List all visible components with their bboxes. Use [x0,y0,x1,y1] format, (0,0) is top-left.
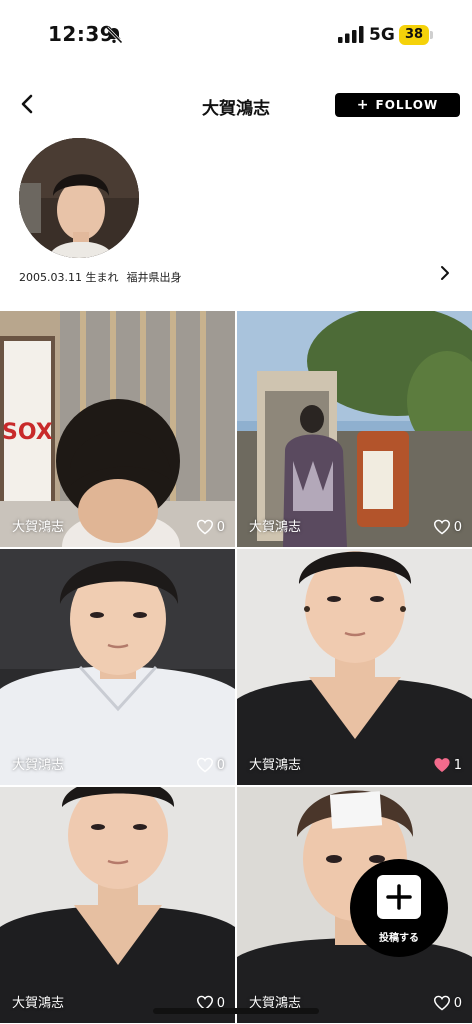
like-count[interactable]: 1 [433,757,462,773]
follow-label: FOLLOW [375,98,439,112]
chevron-right-icon[interactable] [436,264,454,282]
like-number: 0 [453,995,462,1011]
profile-birth: 2005.03.11 生まれ [19,271,119,284]
post-author: 大賀鴻志 [12,758,65,773]
like-count[interactable]: 0 [196,519,225,535]
like-count[interactable]: 0 [196,757,225,773]
profile-info: 2005.03.11 生まれ 福井県出身 [19,269,181,285]
heart-icon [196,757,213,773]
bell-muted-icon [105,26,123,44]
post-tile-text: SOX [2,420,53,445]
heart-filled-icon [434,758,450,773]
home-indicator[interactable] [153,1008,319,1014]
header: 大賀鴻志 + FOLLOW [0,80,472,130]
post-author: 大賀鴻志 [12,520,65,535]
plus-icon: + [356,97,370,113]
like-number: 0 [453,519,462,535]
profile-origin: 福井県出身 [126,271,182,284]
network-type: 5G [369,25,395,45]
follow-button[interactable]: + FOLLOW [335,93,460,117]
post-button-label: 投稿する [379,933,419,944]
signal-icon [338,26,364,43]
battery-icon: 38 [399,25,433,45]
post-image [0,787,235,1023]
post-author: 大賀鴻志 [12,996,65,1011]
post-tile[interactable]: 大賀鴻志 0 [0,549,235,785]
post-tile[interactable]: 大賀鴻志 0 [0,787,235,1023]
post-tile[interactable]: SOX 大賀鴻志 0 [0,311,235,547]
post-tile[interactable]: 大賀鴻志 0 [237,311,472,547]
heart-icon [196,519,213,535]
post-tile[interactable]: 大賀鴻志 1 [237,549,472,785]
post-button[interactable]: 投稿する [350,859,448,957]
post-author: 大賀鴻志 [249,758,302,773]
status-bar: 12:39 5G 38 [0,0,472,70]
like-number: 0 [216,757,225,773]
like-number: 1 [453,757,462,773]
post-image [237,549,472,785]
heart-icon [433,519,450,535]
post-image [0,549,235,785]
battery-level: 38 [404,27,424,42]
like-count[interactable]: 0 [433,519,462,535]
post-image: SOX [0,311,235,547]
avatar [19,138,139,258]
like-number: 0 [216,519,225,535]
post-image [237,311,472,547]
heart-icon [433,995,450,1011]
post-author: 大賀鴻志 [249,520,302,535]
plus-icon [377,875,421,919]
like-count[interactable]: 0 [433,995,462,1011]
